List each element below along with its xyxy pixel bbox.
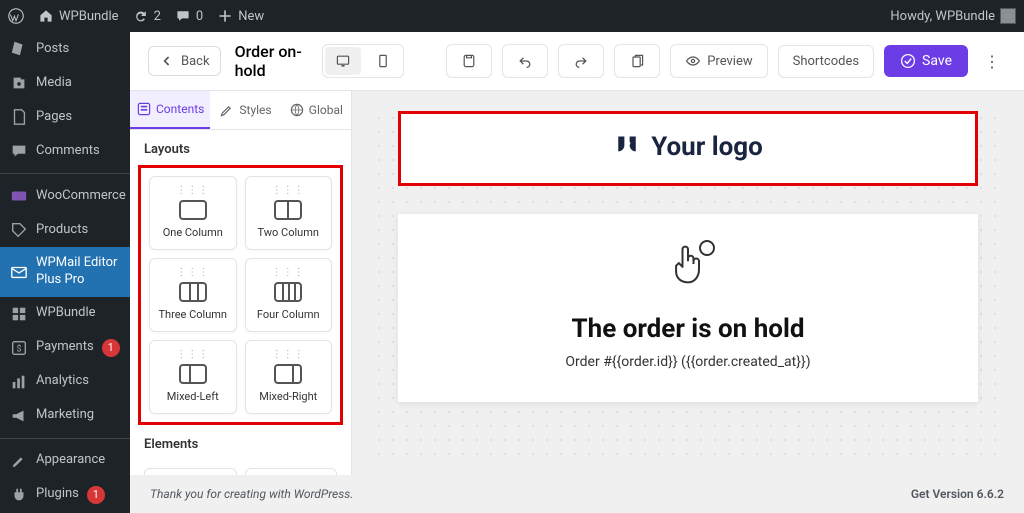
comment-count: 0 — [196, 9, 203, 24]
layout-two-column[interactable]: ⋮⋮⋮Two Column — [245, 176, 333, 250]
element-card[interactable]: ⋮⋮⋮ — [144, 468, 237, 475]
refresh-count: 2 — [154, 9, 161, 24]
shortcodes-button[interactable]: Shortcodes — [778, 45, 874, 78]
layout-one-column[interactable]: ⋮⋮⋮One Column — [149, 176, 237, 250]
undo-button[interactable] — [502, 44, 548, 78]
layout-icon — [179, 282, 207, 302]
grip-icon: ⋮⋮⋮ — [250, 267, 328, 278]
menu-payments[interactable]: $Payments1 — [0, 331, 130, 365]
grip-icon: ⋮⋮⋮ — [154, 267, 232, 278]
back-button[interactable]: Back — [148, 46, 221, 76]
site-name-label: WPBundle — [59, 9, 119, 24]
editor-toolbar: Back Order on-hold Preview Shortcodes Sa… — [130, 32, 1024, 91]
content-area: Back Order on-hold Preview Shortcodes Sa… — [130, 32, 1024, 513]
grip-icon: ⋮⋮⋮ — [154, 349, 232, 360]
logo-text: Your logo — [651, 132, 763, 162]
refresh-link[interactable]: 2 — [133, 8, 161, 24]
elements-title: Elements — [130, 425, 351, 460]
layouts-grid: ⋮⋮⋮One Column ⋮⋮⋮Two Column ⋮⋮⋮Three Col… — [138, 165, 343, 425]
elements-grid: ⋮⋮⋮ ⋮⋮⋮ — [130, 460, 351, 475]
menu-wpmail-editor[interactable]: WPMail Editor Plus Pro — [0, 247, 130, 297]
new-link[interactable]: New — [217, 8, 264, 24]
layout-four-column[interactable]: ⋮⋮⋮Four Column — [245, 258, 333, 332]
grip-icon: ⋮⋮⋮ — [250, 185, 328, 196]
canvas-wrap: Your logo The order is on hold Order #{{… — [352, 91, 1024, 475]
logo-mark-icon — [613, 133, 641, 161]
menu-pages[interactable]: Pages — [0, 100, 130, 134]
menu-marketing[interactable]: Marketing — [0, 399, 130, 433]
footer-thanks: Thank you for creating with WordPress. — [150, 487, 353, 501]
hand-icon-group — [669, 242, 707, 290]
layout-icon — [274, 364, 302, 384]
layouts-title: Layouts — [130, 130, 351, 165]
comments-link[interactable]: 0 — [175, 8, 203, 24]
footer-version[interactable]: Get Version 6.6.2 — [911, 487, 1004, 501]
grip-icon: ⋮⋮⋮ — [250, 349, 328, 360]
layout-icon — [179, 200, 207, 220]
wp-logo[interactable] — [8, 8, 24, 24]
menu-media[interactable]: Media — [0, 66, 130, 100]
layout-icon — [179, 364, 207, 384]
point-badge-icon — [699, 240, 715, 256]
save-button[interactable]: Save — [884, 45, 968, 77]
menu-analytics[interactable]: Analytics — [0, 365, 130, 399]
hold-block[interactable]: The order is on hold Order #{{order.id}}… — [398, 214, 978, 402]
howdy-text: Howdy, WPBundle — [890, 9, 995, 24]
howdy-link[interactable]: Howdy, WPBundle — [890, 8, 1016, 24]
menu-appearance[interactable]: Appearance — [0, 444, 130, 478]
preview-button[interactable]: Preview — [670, 44, 767, 78]
menu-posts[interactable]: Posts — [0, 32, 130, 66]
menu-woocommerce[interactable]: WooCommerce — [0, 179, 130, 213]
page-title: Order on-hold — [235, 42, 313, 80]
logo-block[interactable]: Your logo — [398, 111, 978, 186]
device-mobile[interactable] — [365, 47, 401, 75]
left-panel: Contents Styles Global Layouts ⋮⋮⋮One Co… — [130, 91, 352, 475]
tab-global[interactable]: Global — [281, 91, 351, 129]
layout-mixed-left[interactable]: ⋮⋮⋮Mixed-Left — [149, 340, 237, 414]
layout-three-column[interactable]: ⋮⋮⋮Three Column — [149, 258, 237, 332]
copy-button[interactable] — [614, 44, 660, 78]
avatar-icon — [1000, 8, 1016, 24]
device-desktop[interactable] — [325, 47, 361, 75]
grip-icon: ⋮⋮⋮ — [154, 185, 232, 196]
layout-icon — [274, 200, 302, 220]
menu-plugins[interactable]: Plugins1 — [0, 478, 130, 512]
menu-comments[interactable]: Comments — [0, 134, 130, 168]
redo-button[interactable] — [558, 44, 604, 78]
editor-body: Contents Styles Global Layouts ⋮⋮⋮One Co… — [130, 91, 1024, 475]
more-button[interactable]: ⋮ — [978, 44, 1006, 79]
site-link[interactable]: WPBundle — [38, 8, 119, 24]
badge: 1 — [87, 486, 105, 504]
badge: 1 — [102, 339, 120, 357]
menu-wpbundle[interactable]: WPBundle — [0, 297, 130, 331]
tab-styles[interactable]: Styles — [210, 91, 280, 129]
tab-contents[interactable]: Contents — [130, 91, 210, 129]
element-card[interactable]: ⋮⋮⋮ — [245, 468, 338, 475]
admin-sidebar: Posts Media Pages Comments WooCommerce P… — [0, 32, 130, 513]
history-button[interactable] — [446, 44, 492, 78]
menu-products[interactable]: Products — [0, 213, 130, 247]
layout-icon — [274, 282, 302, 302]
hold-title: The order is on hold — [418, 314, 958, 344]
hold-subtitle: Order #{{order.id}} ({{order.created_at}… — [418, 354, 958, 370]
admin-footer: Thank you for creating with WordPress. G… — [130, 475, 1024, 513]
canvas[interactable]: Your logo The order is on hold Order #{{… — [398, 111, 978, 402]
svg-text:$: $ — [16, 343, 21, 354]
new-label: New — [238, 9, 264, 24]
admin-bar: WPBundle 2 0 New Howdy, WPBundle — [0, 0, 1024, 32]
device-switcher — [322, 44, 404, 78]
layout-mixed-right[interactable]: ⋮⋮⋮Mixed-Right — [245, 340, 333, 414]
